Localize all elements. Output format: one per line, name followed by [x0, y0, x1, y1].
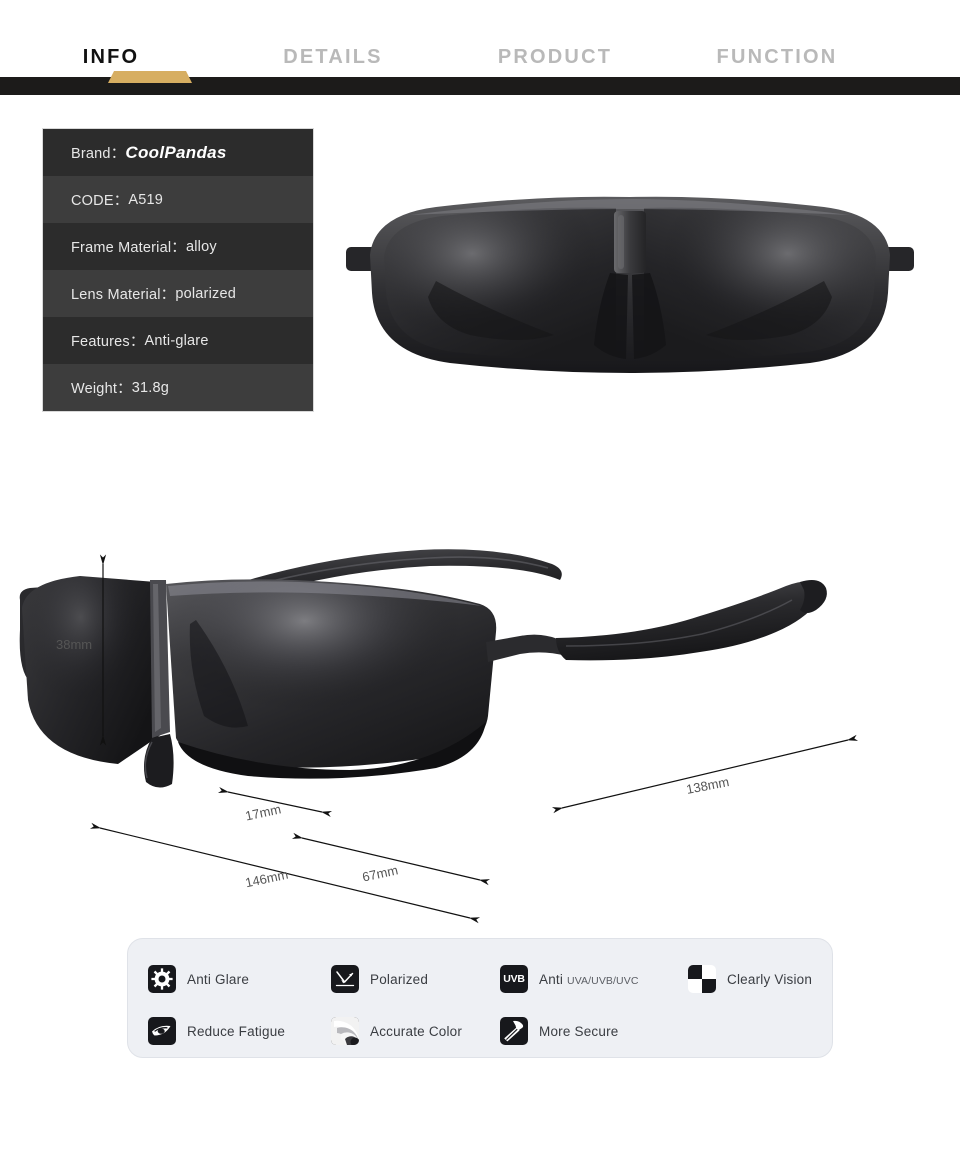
feature-polarized: Polarized [331, 962, 428, 996]
uvb-icon: UVB [500, 965, 528, 993]
feature-anti-uv: UVB Anti UVA/UVB/UVC [500, 962, 639, 996]
checkerboard-icon [688, 965, 716, 993]
info-row-weight: Weight： 31.8g [43, 364, 313, 411]
info-label-weight: Weight： [71, 381, 132, 397]
tab-details-label: DETAILS [283, 46, 383, 68]
active-tab-indicator [108, 71, 192, 83]
feature-label-polarized: Polarized [370, 971, 429, 987]
info-value-lens-material: polarized [175, 285, 236, 302]
info-label-frame-material: Frame Material： [71, 240, 186, 256]
info-label-lens-material: Lens Material： [71, 287, 176, 303]
tab-list: INFO DETAILS PRODUCT FUNCTION [0, 0, 960, 77]
info-value-weight: 31.8g [131, 379, 170, 396]
product-front-image [340, 185, 920, 385]
feature-grid: Anti Glare Polarized UVB Anti UVA/UVB/UV… [128, 939, 834, 1059]
feature-label-anti-uv: Anti UVA/UVB/UVC [539, 972, 639, 987]
info-row-code: CODE： A519 [43, 176, 313, 223]
dimension-label-height: 38mm [56, 637, 93, 652]
info-value-features: Anti-glare [144, 332, 209, 349]
tab-product-label: PRODUCT [497, 46, 613, 68]
feature-label-anti-uv-main: Anti [539, 971, 564, 987]
tab-details[interactable]: DETAILS [222, 46, 444, 77]
info-row-frame-material: Frame Material： alloy [43, 223, 313, 270]
feature-label-clearly-vision: Clearly Vision [727, 971, 813, 987]
hammer-icon [500, 1017, 528, 1045]
tab-product[interactable]: PRODUCT [444, 46, 666, 77]
feature-clearly-vision: Clearly Vision [688, 962, 812, 996]
feature-anti-glare: Anti Glare [148, 962, 249, 996]
info-row-brand: Brand： CoolPandas [43, 129, 313, 176]
info-value-code: A519 [128, 191, 164, 208]
uvb-icon-text: UVB [503, 973, 525, 985]
feature-label-anti-glare: Anti Glare [187, 971, 250, 987]
feature-label-reduce-fatigue: Reduce Fatigue [187, 1023, 286, 1039]
tab-info-label: INFO [82, 46, 140, 68]
sun-icon [148, 965, 176, 993]
tab-info[interactable]: INFO [0, 46, 222, 77]
feature-reduce-fatigue: Reduce Fatigue [148, 1014, 285, 1048]
info-label-code: CODE： [71, 193, 129, 209]
feature-label-anti-uv-sub: UVA/UVB/UVC [567, 974, 639, 987]
polarized-ray-icon [331, 965, 359, 993]
info-label-brand: Brand： [71, 146, 126, 162]
tab-bar: INFO DETAILS PRODUCT FUNCTION [0, 0, 960, 77]
info-label-features: Features： [71, 334, 145, 350]
feature-accurate-color: Accurate Color [331, 1014, 462, 1048]
info-row-features: Features： Anti-glare [43, 317, 313, 364]
dimension-diagram [0, 520, 960, 930]
feature-panel: Anti Glare Polarized UVB Anti UVA/UVB/UV… [127, 938, 833, 1058]
tab-function-label: FUNCTION [716, 46, 838, 68]
info-value-frame-material: alloy [186, 238, 217, 255]
color-swirl-icon [331, 1017, 359, 1045]
feature-label-accurate-color: Accurate Color [370, 1023, 463, 1039]
product-info-table: Brand： CoolPandas CODE： A519 Frame Mater… [42, 128, 314, 412]
info-row-lens-material: Lens Material： polarized [43, 270, 313, 317]
feature-label-more-secure: More Secure [539, 1023, 619, 1039]
info-value-brand: CoolPandas [125, 142, 227, 162]
eye-icon [148, 1017, 176, 1045]
feature-more-secure: More Secure [500, 1014, 618, 1048]
tab-function[interactable]: FUNCTION [666, 46, 888, 77]
